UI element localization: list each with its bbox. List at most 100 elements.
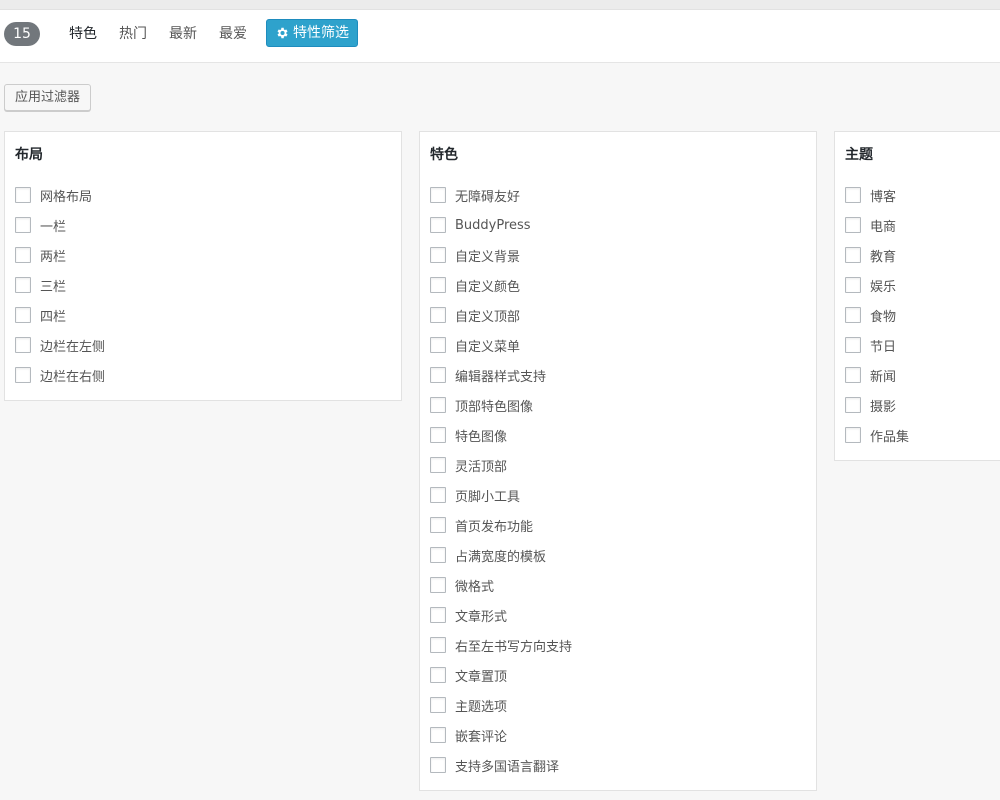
- checkbox[interactable]: [15, 367, 31, 383]
- option-post-formats[interactable]: 文章形式: [430, 606, 508, 625]
- checkbox[interactable]: [430, 307, 446, 323]
- option-label: 作品集: [870, 429, 910, 445]
- checkbox[interactable]: [430, 517, 446, 533]
- option-food[interactable]: 食物: [845, 306, 897, 325]
- checkbox[interactable]: [430, 667, 446, 683]
- option-news[interactable]: 新闻: [845, 366, 897, 385]
- option-label: 自定义顶部: [455, 309, 521, 325]
- option-rtl-support[interactable]: 右至左书写方向支持: [430, 636, 573, 655]
- checkbox[interactable]: [845, 187, 861, 203]
- option-right-sidebar[interactable]: 边栏在右侧: [15, 366, 106, 385]
- group-title: 特色: [430, 147, 458, 163]
- option-entertainment[interactable]: 娱乐: [845, 276, 896, 295]
- option-theme-options[interactable]: 主题选项: [430, 696, 507, 715]
- option-label: 新闻: [870, 369, 897, 385]
- checkbox[interactable]: [430, 397, 446, 413]
- checkbox[interactable]: [430, 457, 446, 473]
- checkbox[interactable]: [430, 247, 446, 263]
- option-label: 文章形式: [455, 609, 508, 625]
- option-grid-layout[interactable]: 网格布局: [15, 186, 92, 205]
- option-label: 边栏在右侧: [40, 369, 106, 385]
- filter-group-subject: 主题 博客 电商 教育 娱乐 食物 节日 新闻 摄影 作品集: [834, 131, 1000, 461]
- checkbox[interactable]: [430, 547, 446, 563]
- checkbox[interactable]: [15, 217, 31, 233]
- checkbox[interactable]: [430, 487, 446, 503]
- option-label: 边栏在左侧: [40, 339, 106, 355]
- checkbox[interactable]: [430, 607, 446, 623]
- option-accessibility-ready[interactable]: 无障碍友好: [430, 186, 520, 205]
- option-featured-images[interactable]: 特色图像: [430, 426, 508, 445]
- checkbox[interactable]: [430, 277, 446, 293]
- checkbox[interactable]: [430, 427, 446, 443]
- checkbox[interactable]: [15, 277, 31, 293]
- checkbox[interactable]: [430, 577, 446, 593]
- option-photography[interactable]: 摄影: [845, 396, 896, 415]
- option-e-commerce[interactable]: 电商: [845, 216, 896, 235]
- checkbox[interactable]: [430, 367, 446, 383]
- option-label: 食物: [870, 309, 897, 325]
- option-label: 右至左书写方向支持: [455, 639, 573, 655]
- checkbox[interactable]: [845, 217, 861, 233]
- checkbox[interactable]: [430, 757, 446, 773]
- checkbox[interactable]: [15, 337, 31, 353]
- checkbox[interactable]: [845, 397, 861, 413]
- option-full-width-template[interactable]: 占满宽度的模板: [430, 546, 547, 565]
- option-custom-menu[interactable]: 自定义菜单: [430, 336, 520, 355]
- checkbox[interactable]: [15, 307, 31, 323]
- option-translation-ready[interactable]: 支持多国语言翻译: [430, 756, 559, 775]
- checkbox[interactable]: [430, 187, 446, 203]
- option-label: 顶部特色图像: [455, 399, 534, 415]
- option-flexible-header[interactable]: 灵活顶部: [430, 456, 508, 475]
- option-threaded-comments[interactable]: 嵌套评论: [430, 726, 507, 745]
- option-label: 节日: [870, 339, 897, 355]
- option-left-sidebar[interactable]: 边栏在左侧: [15, 336, 106, 355]
- option-buddypress[interactable]: BuddyPress: [430, 216, 531, 234]
- option-label: 页脚小工具: [455, 489, 521, 505]
- option-three-columns[interactable]: 三栏: [15, 276, 66, 295]
- option-one-column[interactable]: 一栏: [15, 216, 66, 235]
- option-editor-style[interactable]: 编辑器样式支持: [430, 366, 547, 385]
- option-label: 特色图像: [455, 429, 508, 445]
- option-two-columns[interactable]: 两栏: [15, 246, 66, 265]
- option-portfolio[interactable]: 作品集: [845, 426, 910, 445]
- checkbox[interactable]: [845, 247, 861, 263]
- option-custom-background[interactable]: 自定义背景: [430, 246, 520, 265]
- option-education[interactable]: 教育: [845, 246, 896, 265]
- checkbox[interactable]: [845, 337, 861, 353]
- checkbox[interactable]: [845, 307, 861, 323]
- checkbox[interactable]: [845, 427, 861, 443]
- filter-link-favorites[interactable]: 最爱: [219, 25, 247, 43]
- gear-icon: [275, 26, 289, 40]
- option-featured-image-header[interactable]: 顶部特色图像: [430, 396, 534, 415]
- checkbox[interactable]: [430, 727, 446, 743]
- apply-filters-button[interactable]: 应用过滤器: [4, 84, 91, 111]
- checkbox[interactable]: [430, 697, 446, 713]
- checkbox[interactable]: [15, 247, 31, 263]
- filter-link-popular[interactable]: 热门: [119, 25, 147, 43]
- checkbox[interactable]: [15, 187, 31, 203]
- option-footer-widgets[interactable]: 页脚小工具: [430, 486, 521, 505]
- option-custom-header[interactable]: 自定义顶部: [430, 306, 521, 325]
- option-label: 文章置顶: [455, 669, 508, 685]
- option-front-page-posting[interactable]: 首页发布功能: [430, 516, 533, 535]
- feature-filter-button[interactable]: 特性筛选: [266, 19, 358, 47]
- checkbox[interactable]: [430, 217, 446, 233]
- option-microformats[interactable]: 微格式: [430, 576, 494, 595]
- group-title: 布局: [15, 147, 43, 163]
- option-sticky-post[interactable]: 文章置顶: [430, 666, 508, 685]
- filter-link-featured[interactable]: 特色: [69, 25, 97, 43]
- filter-link-latest[interactable]: 最新: [169, 25, 197, 43]
- theme-count-badge: 15: [4, 22, 40, 46]
- option-label: 灵活顶部: [455, 459, 508, 475]
- option-label: 占满宽度的模板: [455, 549, 547, 565]
- option-four-columns[interactable]: 四栏: [15, 306, 66, 325]
- checkbox[interactable]: [845, 367, 861, 383]
- option-blog[interactable]: 博客: [845, 186, 896, 205]
- option-label: 编辑器样式支持: [455, 369, 547, 385]
- checkbox[interactable]: [430, 337, 446, 353]
- group-title: 主题: [845, 147, 873, 163]
- checkbox[interactable]: [845, 277, 861, 293]
- checkbox[interactable]: [430, 637, 446, 653]
- option-holiday[interactable]: 节日: [845, 336, 897, 355]
- option-custom-colors[interactable]: 自定义颜色: [430, 276, 520, 295]
